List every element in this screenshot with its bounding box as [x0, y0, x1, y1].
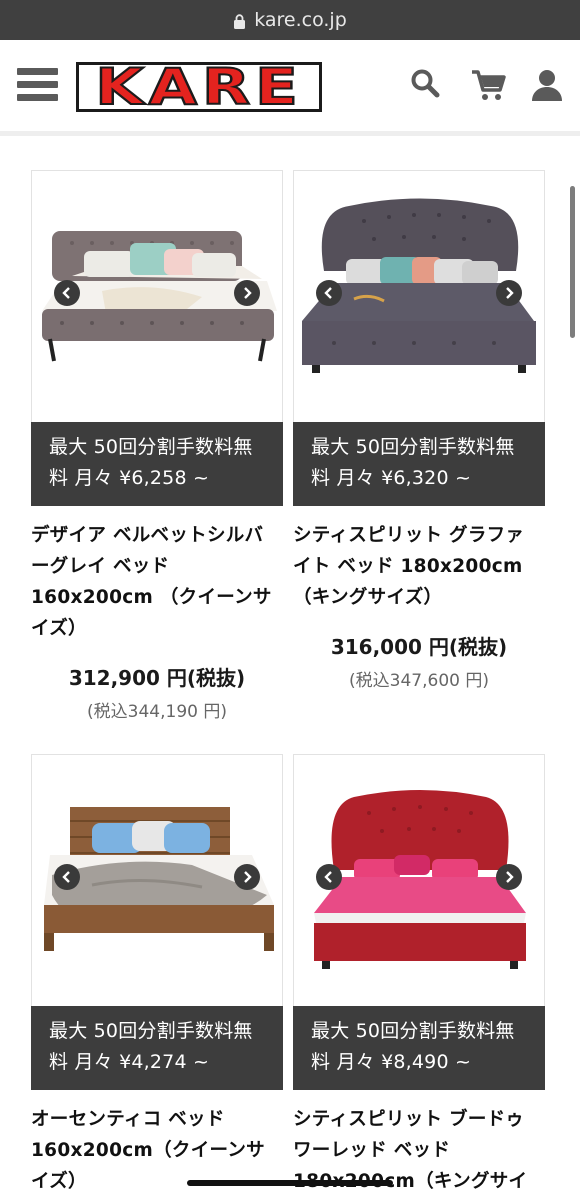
product-image[interactable] — [293, 754, 545, 1006]
url-text: kare.co.jp — [254, 9, 347, 31]
chevron-left-icon — [62, 287, 70, 299]
lock-icon — [234, 13, 246, 29]
chevron-left-icon — [324, 287, 332, 299]
chevron-right-icon — [506, 287, 514, 299]
product-image[interactable] — [293, 170, 545, 422]
product-card[interactable]: 最大 50回分割手数料無 料 月々 ¥6,258 ~ デザイア ベルベットシルバ… — [31, 170, 283, 722]
logo-text: KARE — [94, 58, 303, 116]
promo-line: 最大 50回分割手数料無 — [49, 1020, 253, 1042]
carousel-prev-button[interactable] — [54, 280, 80, 306]
product-name[interactable]: デザイア ベルベットシルバーグレイ ベッド 160x200cm （クイーンサイズ… — [31, 520, 283, 644]
installment-promo-banner[interactable]: 最大 50回分割手数料無 料 月々 ¥4,274 ~ — [31, 1006, 283, 1090]
chevron-left-icon — [324, 871, 332, 883]
page-scrollbar[interactable] — [570, 186, 575, 338]
product-price-tax-included: (税込344,190 円) — [87, 702, 227, 722]
product-price: 312,900 円(税抜) — [68, 666, 246, 690]
carousel-next-button[interactable] — [234, 864, 260, 890]
carousel-prev-button[interactable] — [316, 280, 342, 306]
product-card[interactable]: 最大 50回分割手数料無 料 月々 ¥8,490 ~ シティスピリット ブードゥ… — [293, 754, 545, 1200]
carousel-next-button[interactable] — [496, 280, 522, 306]
product-image[interactable] — [31, 754, 283, 1006]
promo-line: 最大 50回分割手数料無 — [49, 436, 253, 458]
chevron-right-icon — [506, 871, 514, 883]
promo-line: 料 月々 ¥8,490 ~ — [311, 1051, 472, 1073]
promo-line: 最大 50回分割手数料無 — [311, 436, 515, 458]
kare-logo[interactable]: KARE — [76, 58, 322, 116]
carousel-prev-button[interactable] — [54, 864, 80, 890]
installment-promo-banner[interactable]: 最大 50回分割手数料無 料 月々 ¥6,258 ~ — [31, 422, 283, 506]
promo-line: 料 月々 ¥6,258 ~ — [49, 467, 210, 489]
home-indicator[interactable] — [187, 1180, 393, 1186]
chevron-right-icon — [244, 871, 252, 883]
promo-line: 料 月々 ¥4,274 ~ — [49, 1051, 210, 1073]
promo-line: 最大 50回分割手数料無 — [311, 1020, 515, 1042]
product-price: 316,000 円(税抜) — [330, 635, 508, 659]
installment-promo-banner[interactable]: 最大 50回分割手数料無 料 月々 ¥8,490 ~ — [293, 1006, 545, 1090]
chevron-left-icon — [62, 871, 70, 883]
product-image[interactable] — [31, 170, 283, 422]
carousel-next-button[interactable] — [496, 864, 522, 890]
user-icon[interactable] — [530, 68, 564, 102]
installment-promo-banner[interactable]: 最大 50回分割手数料無 料 月々 ¥6,320 ~ — [293, 422, 545, 506]
product-name[interactable]: シティスピリット グラファイト ベッド 180x200cm （キングサイズ） — [293, 520, 545, 613]
browser-url-bar[interactable]: kare.co.jp — [0, 0, 580, 40]
menu-icon[interactable] — [17, 68, 58, 106]
product-card[interactable]: 最大 50回分割手数料無 料 月々 ¥6,320 ~ シティスピリット グラファ… — [293, 170, 545, 691]
chevron-right-icon — [244, 287, 252, 299]
product-price-tax-included: (税込347,600 円) — [349, 671, 489, 691]
carousel-prev-button[interactable] — [316, 864, 342, 890]
promo-line: 料 月々 ¥6,320 ~ — [311, 467, 472, 489]
carousel-next-button[interactable] — [234, 280, 260, 306]
site-header: KARE — [0, 40, 580, 136]
search-icon[interactable] — [410, 68, 440, 98]
product-card[interactable]: 最大 50回分割手数料無 料 月々 ¥4,274 ~ オーセンティコ ベッド 1… — [31, 754, 283, 1197]
cart-icon[interactable] — [470, 68, 506, 102]
